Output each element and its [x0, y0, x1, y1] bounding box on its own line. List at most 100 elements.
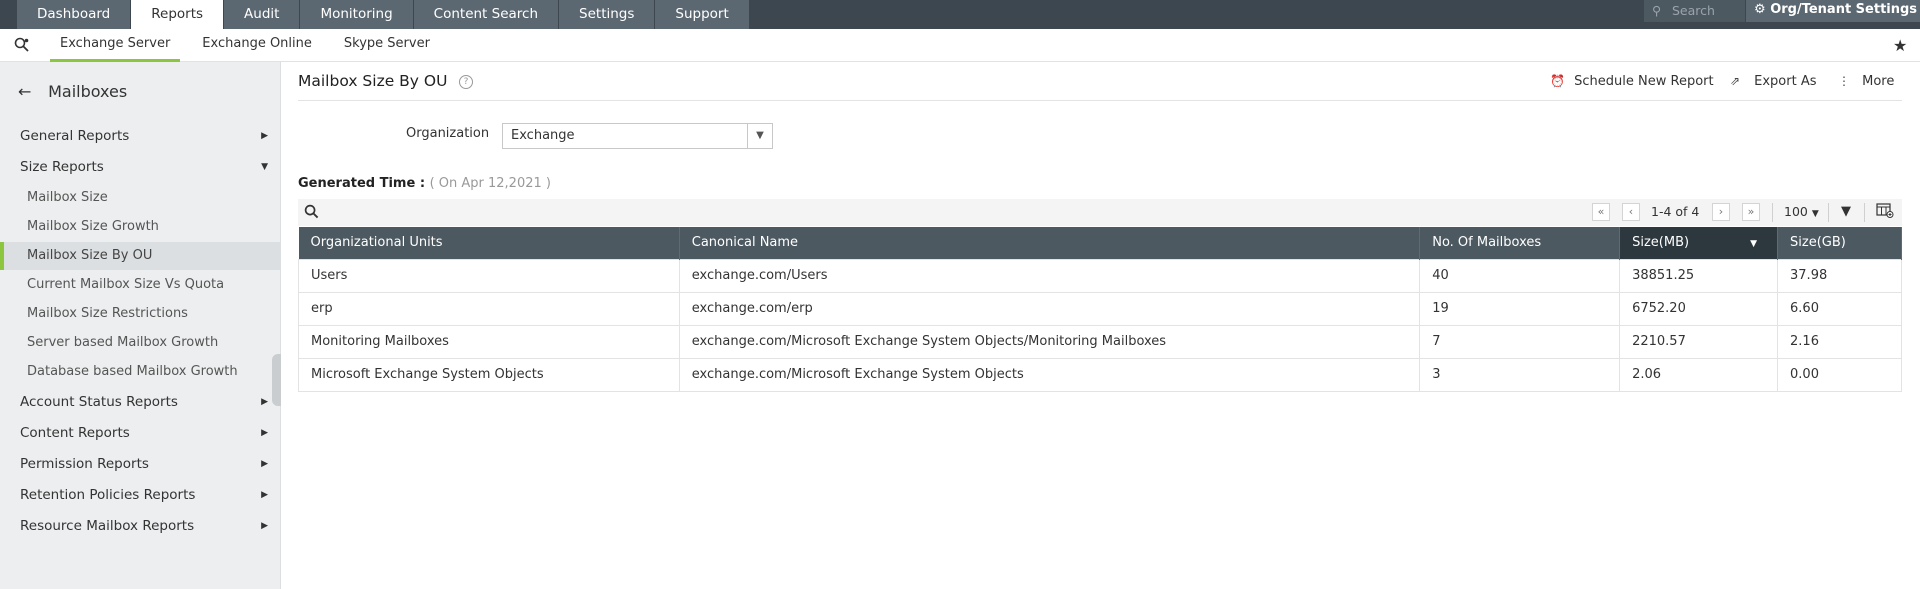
last-page-button[interactable]: »: [1742, 203, 1760, 221]
filter-icon[interactable]: ▼: [1841, 203, 1851, 221]
sort-desc-icon: ▼: [1750, 239, 1758, 249]
cell-size-gb: 2.16: [1777, 324, 1902, 359]
main-tabs: Dashboard Reports Audit Monitoring Conte…: [17, 0, 750, 29]
table-header-row: Organizational Units Canonical Name No. …: [298, 227, 1902, 259]
top-navigation-bar: Dashboard Reports Audit Monitoring Conte…: [0, 0, 1920, 29]
search-settings-icon[interactable]: [14, 37, 32, 55]
cell-mailbox-count: 19: [1419, 291, 1621, 326]
cell-size-gb: 37.98: [1777, 258, 1902, 293]
cell-mailbox-count: 7: [1419, 324, 1621, 359]
help-icon[interactable]: ?: [459, 75, 473, 89]
toolbar-divider: [1864, 203, 1865, 222]
caret-right-icon: ▶: [261, 131, 268, 141]
tab-monitoring[interactable]: Monitoring: [300, 0, 414, 29]
tab-reports[interactable]: Reports: [131, 0, 225, 29]
cell-organizational-unit: Users: [298, 258, 680, 293]
org-tenant-settings-button[interactable]: ⚙ Org/Tenant Settings: [1746, 0, 1920, 22]
toolbar-divider: [1828, 203, 1829, 222]
column-chooser-icon[interactable]: [1876, 203, 1894, 221]
tab-content-search[interactable]: Content Search: [413, 0, 560, 29]
tab-settings[interactable]: Settings: [559, 0, 656, 29]
schedule-new-report-button[interactable]: ⏰ Schedule New Report: [1550, 74, 1714, 89]
chevron-down-icon: ▼: [747, 124, 772, 148]
caret-right-icon: ▶: [261, 428, 268, 438]
cell-size-gb: 0.00: [1777, 357, 1902, 392]
first-page-button[interactable]: «: [1592, 203, 1610, 221]
sidebar-category-account-status-reports[interactable]: Account Status Reports ▶: [20, 394, 268, 410]
category-label: Size Reports: [20, 159, 104, 175]
export-as-button[interactable]: ⇗ Export As: [1730, 74, 1817, 89]
category-label: Account Status Reports: [20, 394, 178, 410]
more-button[interactable]: ⋮ More: [1838, 74, 1894, 89]
export-label: Export As: [1754, 74, 1817, 89]
table-search-icon[interactable]: [304, 204, 319, 223]
sidebar-category-resource-mailbox-reports[interactable]: Resource Mailbox Reports ▶: [20, 518, 268, 534]
page-title: Mailbox Size By OU: [298, 72, 448, 90]
column-header-canonical-name[interactable]: Canonical Name: [679, 227, 1421, 259]
table-row[interactable]: erp exchange.com/erp 19 6752.20 6.60: [298, 291, 1902, 326]
tab-audit[interactable]: Audit: [224, 0, 301, 29]
product-tabs: Exchange Server Exchange Online Skype Se…: [50, 29, 452, 62]
next-page-button[interactable]: ›: [1712, 203, 1730, 221]
cell-size-mb: 2210.57: [1619, 324, 1779, 359]
sidebar-category-permission-reports[interactable]: Permission Reports ▶: [20, 456, 268, 472]
sidebar-item-mailbox-size[interactable]: Mailbox Size: [0, 184, 280, 212]
table-row[interactable]: Microsoft Exchange System Objects exchan…: [298, 357, 1902, 392]
sidebar-category-general-reports[interactable]: General Reports ▶: [20, 128, 268, 144]
global-search-input[interactable]: ⚲ Search: [1644, 0, 1745, 22]
sidebar-category-retention-policies-reports[interactable]: Retention Policies Reports ▶: [20, 487, 268, 503]
tab-exchange-online[interactable]: Exchange Online: [192, 29, 322, 62]
sidebar-collapse-handle[interactable]: [272, 354, 281, 406]
cell-organizational-unit: erp: [298, 291, 680, 326]
column-header-organizational-units[interactable]: Organizational Units: [298, 227, 680, 259]
organization-select[interactable]: Exchange ▼: [502, 123, 773, 149]
page-range: 1-4 of 4: [1651, 204, 1700, 219]
table-row[interactable]: Users exchange.com/Users 40 38851.25 37.…: [298, 258, 1902, 293]
tab-dashboard[interactable]: Dashboard: [17, 0, 132, 29]
cell-size-mb: 38851.25: [1619, 258, 1779, 293]
cell-organizational-unit: Microsoft Exchange System Objects: [298, 357, 680, 392]
table-toolbar: « ‹ 1-4 of 4 › » 100 ▼ ▼: [298, 199, 1902, 226]
organization-label: Organization: [406, 126, 490, 141]
cell-size-mb: 2.06: [1619, 357, 1779, 392]
alarm-clock-icon: ⏰: [1550, 74, 1565, 88]
favorite-star-icon[interactable]: ★: [1893, 36, 1907, 55]
sidebar-header: ← Mailboxes: [18, 82, 127, 101]
prev-page-button[interactable]: ‹: [1622, 203, 1640, 221]
tab-support[interactable]: Support: [655, 0, 750, 29]
back-arrow-icon[interactable]: ←: [18, 82, 43, 101]
cell-canonical-name: exchange.com/Users: [678, 258, 1421, 293]
gear-icon: ⚙: [1754, 2, 1766, 17]
cell-organizational-unit: Monitoring Mailboxes: [298, 324, 680, 359]
sidebar-item-mailbox-size-by-ou[interactable]: Mailbox Size By OU: [0, 242, 280, 270]
sub-navigation-bar: Exchange Server Exchange Online Skype Se…: [0, 29, 1920, 62]
caret-right-icon: ▶: [261, 397, 268, 407]
sidebar-category-size-reports[interactable]: Size Reports ▼: [20, 159, 268, 175]
page-size-select[interactable]: 100 ▼: [1784, 203, 1819, 221]
schedule-label: Schedule New Report: [1574, 74, 1714, 89]
table-row[interactable]: Monitoring Mailboxes exchange.com/Micros…: [298, 324, 1902, 359]
sidebar-item-database-based-mailbox-growth[interactable]: Database based Mailbox Growth: [0, 358, 280, 386]
column-header-label: Size(MB): [1632, 235, 1690, 251]
sidebar-item-server-based-mailbox-growth[interactable]: Server based Mailbox Growth: [0, 329, 280, 357]
sidebar-item-current-mailbox-size-vs-quota[interactable]: Current Mailbox Size Vs Quota: [0, 271, 280, 299]
sidebar-category-content-reports[interactable]: Content Reports ▶: [20, 425, 268, 441]
sidebar-item-mailbox-size-restrictions[interactable]: Mailbox Size Restrictions: [0, 300, 280, 328]
tab-exchange-server[interactable]: Exchange Server: [50, 29, 181, 62]
cell-size-mb: 6752.20: [1619, 291, 1779, 326]
caret-down-icon: ▼: [261, 162, 268, 172]
sidebar-item-mailbox-size-growth[interactable]: Mailbox Size Growth: [0, 213, 280, 241]
cell-canonical-name: exchange.com/Microsoft Exchange System O…: [678, 324, 1421, 359]
more-menu-icon: ⋮: [1838, 74, 1850, 88]
generated-time-value: ( On Apr 12,2021 ): [429, 176, 551, 191]
column-header-size-mb[interactable]: Size(MB) ▼: [1619, 227, 1779, 259]
category-label: Resource Mailbox Reports: [20, 518, 195, 534]
caret-down-icon: ▼: [1811, 209, 1819, 219]
tab-skype-server[interactable]: Skype Server: [334, 29, 440, 62]
column-header-no-of-mailboxes[interactable]: No. Of Mailboxes: [1419, 227, 1621, 259]
column-header-size-gb[interactable]: Size(GB): [1777, 227, 1902, 259]
organization-value: Exchange: [511, 128, 575, 143]
org-tenant-settings-label: Org/Tenant Settings: [1770, 2, 1918, 17]
search-icon: ⚲: [1652, 3, 1662, 18]
cell-canonical-name: exchange.com/Microsoft Exchange System O…: [678, 357, 1421, 392]
